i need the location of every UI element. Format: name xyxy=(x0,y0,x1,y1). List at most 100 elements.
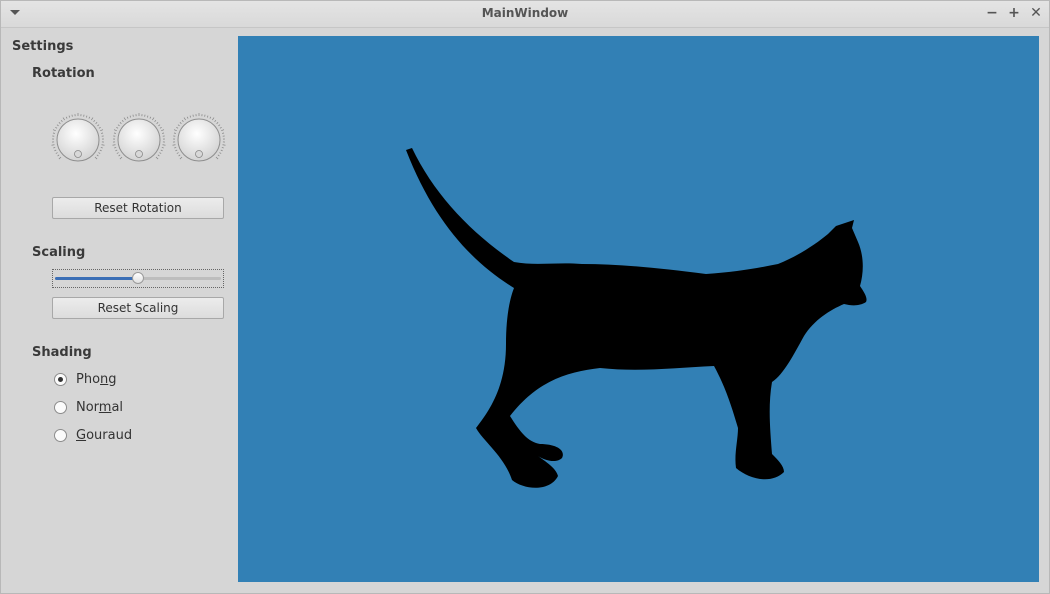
dial-notch xyxy=(65,116,68,119)
dial-notch xyxy=(206,115,209,118)
dial-notch xyxy=(181,119,184,123)
dial-notch xyxy=(173,129,177,132)
normal-radio[interactable] xyxy=(54,401,67,414)
dial-notch xyxy=(159,152,162,154)
dial-notch xyxy=(174,147,177,149)
dial-notch xyxy=(58,122,61,125)
dial-notch xyxy=(112,144,116,146)
dial-notch xyxy=(178,154,181,157)
dial-notch xyxy=(212,117,215,121)
dial-notch xyxy=(95,122,98,125)
dial-notch xyxy=(100,147,103,149)
settings-panel: Settings Rotation Reset Rotation Scaling… xyxy=(1,28,237,593)
shading-heading: Shading xyxy=(32,345,92,360)
scaling-slider[interactable] xyxy=(52,269,224,288)
slider-fill xyxy=(55,277,138,280)
radio-checked-dot xyxy=(58,377,63,382)
minimize-button[interactable]: − xyxy=(983,4,1001,22)
dial-notch xyxy=(62,117,65,121)
dial-notch xyxy=(214,119,217,123)
dial-notch xyxy=(156,122,159,125)
dial-notch xyxy=(54,149,57,152)
dial-notch xyxy=(221,147,224,149)
dial-notch xyxy=(215,156,219,160)
dial-notch xyxy=(53,147,56,149)
settings-heading: Settings xyxy=(12,39,74,54)
rotation-x-dial[interactable] xyxy=(51,113,105,167)
reset-scaling-button[interactable]: Reset Scaling xyxy=(52,297,224,319)
dial-notch xyxy=(55,126,58,129)
dial-notch xyxy=(155,156,159,160)
dial-notch xyxy=(221,129,225,132)
dial-notch xyxy=(158,124,161,127)
dial-notch xyxy=(216,122,219,125)
dial-notch xyxy=(99,149,102,152)
dial-notch xyxy=(100,132,104,134)
dial-indicator xyxy=(74,150,82,158)
dial-notch xyxy=(218,124,221,127)
rotation-heading: Rotation xyxy=(32,66,95,81)
dial-notch xyxy=(116,152,119,154)
dial-notch xyxy=(58,156,62,160)
dial-notch xyxy=(177,124,180,127)
dial-notch xyxy=(96,154,99,157)
dial-notch xyxy=(98,126,101,129)
dial-notch xyxy=(222,144,226,146)
close-button[interactable]: ✕ xyxy=(1027,4,1045,22)
dial-notch xyxy=(129,115,132,118)
gouraud-label[interactable]: Gouraud xyxy=(76,428,132,443)
dial-notch xyxy=(179,156,183,160)
dial-notch xyxy=(161,132,165,134)
dial-notch xyxy=(209,116,212,119)
dial-notch xyxy=(88,116,91,119)
dial-notch xyxy=(173,132,177,134)
main-window: MainWindow − + ✕ Settings Rotation Reset… xyxy=(0,0,1050,594)
dial-notch xyxy=(189,115,192,118)
dial-notch xyxy=(68,115,71,118)
dial-notch xyxy=(219,126,222,129)
dial-notch xyxy=(179,122,182,125)
dial-notch xyxy=(52,129,56,132)
dial-notch xyxy=(126,116,129,119)
dial-notch xyxy=(157,154,160,157)
dial-notch xyxy=(175,149,178,152)
dial-notch xyxy=(162,144,166,146)
dial-indicator xyxy=(195,150,203,158)
dial-indicator xyxy=(135,150,143,158)
dial-notch xyxy=(152,117,155,121)
phong-radio[interactable] xyxy=(54,373,67,386)
dial-notch xyxy=(172,144,176,146)
dial-notch xyxy=(52,132,56,134)
dial-notch xyxy=(100,129,104,132)
render-viewport[interactable] xyxy=(238,36,1039,582)
dial-notch xyxy=(114,147,117,149)
dial-notch xyxy=(160,149,163,152)
dial-notch xyxy=(116,126,119,129)
dial-notch xyxy=(57,154,60,157)
dial-notch xyxy=(60,119,63,123)
dial-notch xyxy=(117,124,120,127)
cat-model xyxy=(406,148,867,488)
dial-notch xyxy=(115,149,118,152)
dial-notch xyxy=(183,117,186,121)
rotation-y-dial[interactable] xyxy=(112,113,166,167)
maximize-button[interactable]: + xyxy=(1005,4,1023,22)
phong-label[interactable]: Phong xyxy=(76,372,117,387)
dial-notch xyxy=(123,117,126,121)
rotation-z-dial[interactable] xyxy=(172,113,226,167)
normal-label[interactable]: Normal xyxy=(76,400,123,415)
dial-notch xyxy=(113,129,117,132)
dial-notch xyxy=(146,115,149,118)
dial-notch xyxy=(217,154,220,157)
dial-notch xyxy=(176,152,179,154)
dial-notch xyxy=(85,115,88,118)
slider-handle[interactable] xyxy=(132,272,144,284)
reset-rotation-button[interactable]: Reset Rotation xyxy=(52,197,224,219)
dial-notch xyxy=(91,117,94,121)
dial-notch xyxy=(93,119,96,123)
cat-silhouette xyxy=(406,148,867,488)
title-bar: MainWindow − + ✕ xyxy=(1,1,1049,28)
dial-notch xyxy=(161,147,164,149)
dial-notch xyxy=(221,132,225,134)
gouraud-radio[interactable] xyxy=(54,429,67,442)
